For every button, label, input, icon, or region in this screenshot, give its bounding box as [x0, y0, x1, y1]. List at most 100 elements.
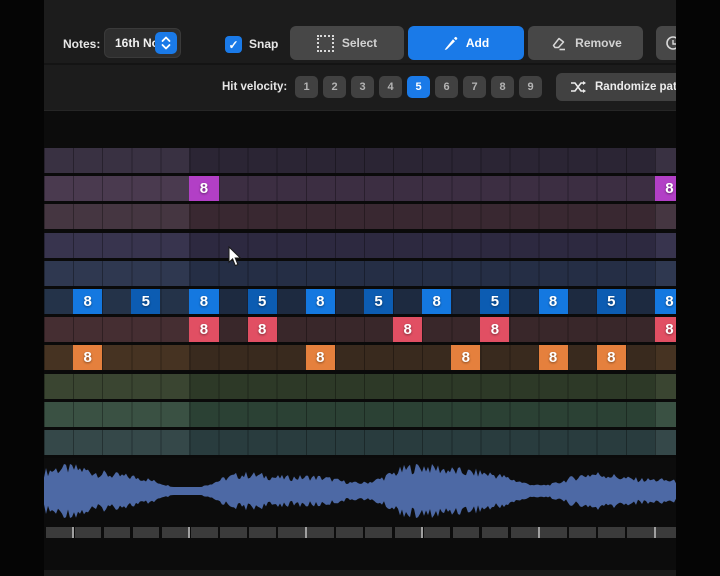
velocity-button-7[interactable]: 7 — [463, 76, 486, 98]
beat-tick — [188, 527, 190, 538]
ruler-segment — [482, 527, 509, 538]
toolbar-divider — [44, 63, 676, 65]
note-cell[interactable]: 8 — [451, 345, 480, 370]
column-gridlines — [44, 402, 676, 427]
note-cell[interactable]: 8 — [655, 317, 676, 342]
audio-waveform — [44, 458, 676, 524]
velocity-button-9[interactable]: 9 — [519, 76, 542, 98]
note-cell[interactable]: 8 — [189, 289, 218, 314]
note-length-dropdown[interactable]: 16th Note — [104, 28, 181, 58]
beat-tick — [538, 527, 540, 538]
note-cell[interactable]: 8 — [248, 317, 277, 342]
note-cell[interactable]: 5 — [364, 289, 393, 314]
note-cell[interactable]: 8 — [306, 289, 335, 314]
randomize-pattern-button[interactable]: Randomize pattern — [556, 73, 676, 101]
check-icon: ✓ — [228, 38, 238, 52]
beat-tick — [654, 527, 656, 538]
step-sequencer-panel: Notes: 16th Note ✓ Snap Select Add — [44, 0, 676, 576]
ruler-segment — [162, 527, 189, 538]
velocity-button-3[interactable]: 3 — [351, 76, 374, 98]
select-button-label: Select — [342, 36, 377, 50]
select-button[interactable]: Select — [290, 26, 404, 60]
stepper-icon[interactable] — [155, 32, 177, 54]
beat-tick — [72, 527, 74, 538]
velocity-button-6[interactable]: 6 — [435, 76, 458, 98]
ruler-segment — [133, 527, 160, 538]
note-cell[interactable]: 5 — [248, 289, 277, 314]
velocity-button-5[interactable]: 5 — [407, 76, 430, 98]
note-cell[interactable]: 8 — [480, 317, 509, 342]
shuffle-icon — [570, 80, 587, 94]
grid-row-3[interactable] — [44, 204, 676, 229]
column-gridlines — [44, 374, 676, 399]
note-cell[interactable]: 8 — [73, 289, 102, 314]
pattern-grid[interactable]: 88858585858588888888888 — [44, 148, 676, 458]
column-gridlines — [44, 204, 676, 229]
note-cell[interactable]: 8 — [539, 345, 568, 370]
grid-row-5[interactable] — [44, 261, 676, 286]
circle-icon — [665, 35, 676, 51]
column-gridlines — [44, 317, 676, 342]
note-cell[interactable]: 8 — [422, 289, 451, 314]
ruler-segment — [336, 527, 363, 538]
note-cell[interactable]: 8 — [189, 317, 218, 342]
note-cell[interactable]: 8 — [393, 317, 422, 342]
ruler-segment — [307, 527, 334, 538]
snap-label: Snap — [249, 37, 278, 51]
grid-row-11[interactable] — [44, 430, 676, 455]
add-button[interactable]: Add — [408, 26, 524, 60]
velocity-button-1[interactable]: 1 — [295, 76, 318, 98]
grid-row-6[interactable]: 8 5 8 5 8 5 8 5 8 5 8 — [44, 289, 676, 314]
grid-row-9[interactable] — [44, 374, 676, 399]
velocity-button-2[interactable]: 2 — [323, 76, 346, 98]
waveform-shape — [44, 464, 676, 518]
grid-row-10[interactable] — [44, 402, 676, 427]
note-cell[interactable]: 8 — [73, 345, 102, 370]
ruler-segment — [220, 527, 247, 538]
snap-checkbox[interactable]: ✓ — [225, 36, 242, 53]
note-cell[interactable]: 5 — [131, 289, 160, 314]
timeline-ruler[interactable] — [44, 527, 676, 538]
velocity-button-4[interactable]: 4 — [379, 76, 402, 98]
grid-row-2[interactable]: 88 — [44, 176, 676, 201]
note-cell[interactable]: 5 — [597, 289, 626, 314]
note-cell[interactable]: 8 — [539, 289, 568, 314]
ruler-segment — [656, 527, 676, 538]
ruler-segment — [365, 527, 392, 538]
grid-row-1[interactable] — [44, 148, 676, 173]
note-cell[interactable]: 8 — [597, 345, 626, 370]
grid-row-4[interactable] — [44, 233, 676, 258]
ruler-segment — [191, 527, 218, 538]
note-cell[interactable]: 8 — [655, 289, 676, 314]
column-gridlines — [44, 261, 676, 286]
ruler-segment — [598, 527, 625, 538]
ruler-segment — [540, 527, 567, 538]
note-cell[interactable]: 5 — [480, 289, 509, 314]
cropped-toolbar-button[interactable] — [656, 26, 676, 60]
grid-row-7[interactable]: 8 8 8 8 8 — [44, 317, 676, 342]
ruler-segment — [104, 527, 131, 538]
beat-tick — [421, 527, 423, 538]
ruler-segment — [249, 527, 276, 538]
hit-velocity-label: Hit velocity: — [222, 81, 287, 93]
remove-button[interactable]: Remove — [528, 26, 643, 60]
grid-row-8[interactable]: 8 8 8 8 8 — [44, 345, 676, 370]
ruler-segment — [627, 527, 654, 538]
ruler-segment — [278, 527, 305, 538]
note-cell[interactable]: 8 — [655, 176, 676, 201]
marquee-select-icon — [317, 35, 334, 52]
note-cell[interactable]: 8 — [189, 176, 218, 201]
bottom-edge-strip — [44, 570, 676, 576]
pencil-icon — [443, 36, 458, 51]
eraser-icon — [549, 35, 567, 51]
velocity-button-8[interactable]: 8 — [491, 76, 514, 98]
ruler-segment — [453, 527, 480, 538]
column-gridlines — [44, 176, 676, 201]
ruler-segment — [511, 527, 538, 538]
mouse-cursor — [228, 246, 243, 272]
ruler-segment — [424, 527, 451, 538]
beat-tick — [305, 527, 307, 538]
note-cell[interactable]: 8 — [306, 345, 335, 370]
column-gridlines — [44, 148, 676, 173]
toolbar: Notes: 16th Note ✓ Snap Select Add — [44, 0, 676, 111]
